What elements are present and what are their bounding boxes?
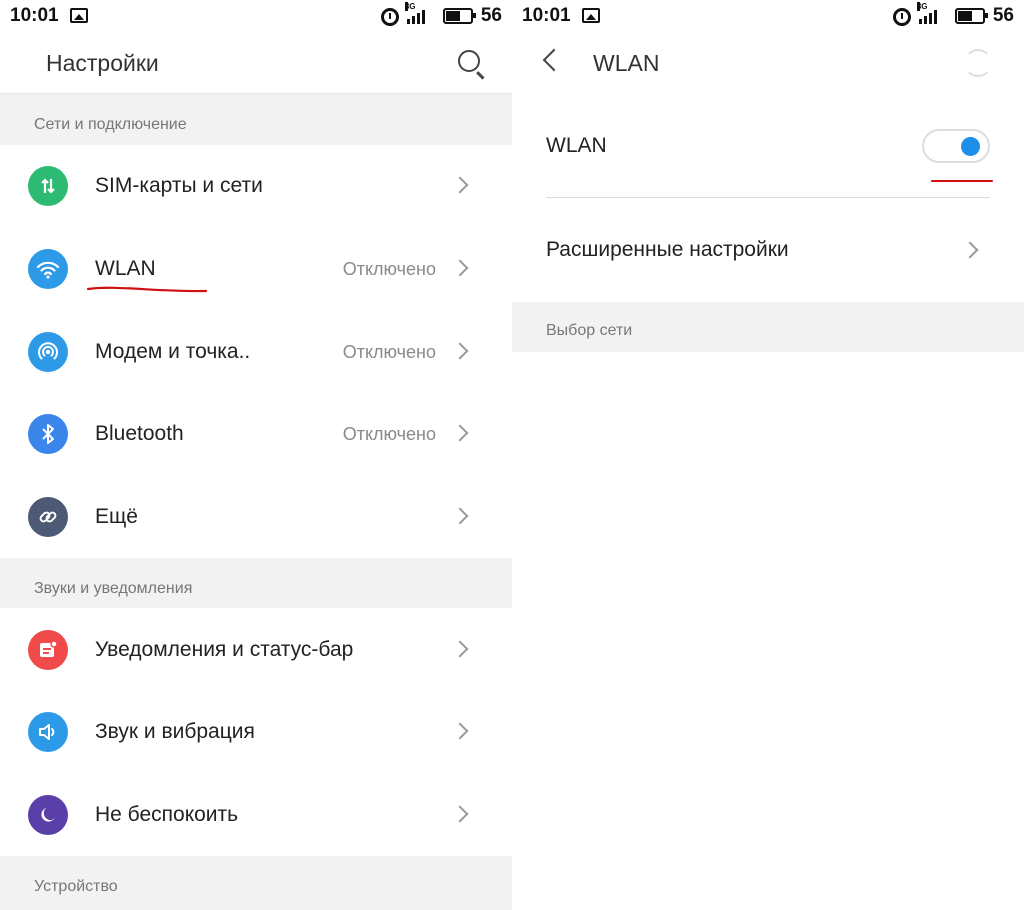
speaker-icon <box>28 712 68 752</box>
chevron-right-icon <box>451 176 469 194</box>
signal-icon: 3G <box>404 2 435 24</box>
bluetooth-icon <box>28 414 68 454</box>
settings-item-sim[interactable]: SIM-карты и сети <box>0 145 512 227</box>
alarm-icon <box>892 8 911 26</box>
wlan-toggle-switch[interactable] <box>922 129 990 163</box>
notification-icon <box>28 630 68 670</box>
battery-level: 56 <box>480 5 502 26</box>
wifi-icon <box>28 249 68 289</box>
back-icon[interactable] <box>542 48 566 72</box>
sim-arrows-icon <box>28 166 68 206</box>
app-header: Настройки <box>0 32 512 94</box>
link-icon <box>28 497 68 537</box>
settings-item-do-not-disturb[interactable]: Не беспокоить <box>0 774 512 856</box>
settings-item-notifications[interactable]: Уведомления и статус-бар <box>0 609 512 691</box>
battery-level: 56 <box>992 5 1014 26</box>
section-header-device: Устройство <box>0 856 512 910</box>
toggle-knob <box>961 137 980 156</box>
settings-item-wlan[interactable]: WLAN Отключено <box>0 228 512 310</box>
network-type: 3G <box>404 2 416 11</box>
settings-item-hotspot[interactable]: Модем и точка.. Отключено <box>0 311 512 393</box>
chevron-right-icon <box>961 241 979 259</box>
settings-item-value: Отключено <box>342 424 436 444</box>
refresh-icon[interactable] <box>964 49 992 77</box>
chevron-right-icon <box>451 507 469 525</box>
settings-item-label: Не беспокоить <box>95 803 239 826</box>
status-time: 10:01 <box>522 5 571 26</box>
section-header-network-select: Выбор сети <box>512 302 1024 352</box>
status-bar: 10:01 3G 56 <box>0 0 512 32</box>
search-icon[interactable] <box>458 50 480 72</box>
wlan-toggle-row[interactable]: WLAN <box>512 94 1024 199</box>
status-time: 10:01 <box>10 5 59 26</box>
chevron-right-icon <box>451 805 469 823</box>
settings-item-more[interactable]: Ещё <box>0 476 512 558</box>
chevron-right-icon <box>451 722 469 740</box>
battery-icon <box>442 8 476 24</box>
advanced-settings-label: Расширенные настройки <box>546 238 789 261</box>
settings-screen: 10:01 3G 56 Настройки Сети и подключение… <box>0 0 512 910</box>
battery-icon <box>954 8 988 24</box>
settings-item-bluetooth[interactable]: Bluetooth Отключено <box>0 393 512 475</box>
settings-item-label: Звук и вибрация <box>95 720 255 743</box>
red-annotation-underline <box>931 180 993 182</box>
settings-item-label: Модем и точка.. <box>95 340 251 363</box>
chevron-right-icon <box>451 342 469 360</box>
wlan-screen: 10:01 3G 56 WLAN WLAN Расширенные настро… <box>512 0 1024 910</box>
chevron-right-icon <box>451 424 469 442</box>
settings-item-label: Bluetooth <box>95 422 184 445</box>
moon-icon <box>28 795 68 835</box>
wlan-toggle-label: WLAN <box>546 134 607 157</box>
settings-item-label: Ещё <box>95 505 138 528</box>
page-title: Настройки <box>46 50 159 76</box>
settings-item-label: SIM-карты и сети <box>95 174 263 197</box>
signal-icon: 3G <box>916 2 947 24</box>
page-title: WLAN <box>593 50 660 76</box>
settings-item-value: Отключено <box>342 342 436 362</box>
network-type: 3G <box>916 2 928 11</box>
status-bar: 10:01 3G 56 <box>512 0 1024 32</box>
settings-item-label: Уведомления и статус-бар <box>95 638 354 661</box>
section-header-sounds: Звуки и уведомления <box>0 558 512 608</box>
settings-item-value: Отключено <box>342 259 436 279</box>
advanced-settings-item[interactable]: Расширенные настройки <box>512 198 1024 302</box>
image-notification-icon <box>582 8 600 23</box>
image-notification-icon <box>70 8 88 23</box>
red-annotation-underline <box>86 286 208 293</box>
settings-item-sound[interactable]: Звук и вибрация <box>0 691 512 773</box>
chevron-right-icon <box>451 259 469 277</box>
settings-item-label: WLAN <box>95 257 156 280</box>
section-header-networks: Сети и подключение <box>0 94 512 145</box>
alarm-icon <box>380 8 399 26</box>
hotspot-icon <box>28 332 68 372</box>
chevron-right-icon <box>451 640 469 658</box>
app-header: WLAN <box>512 32 1024 94</box>
